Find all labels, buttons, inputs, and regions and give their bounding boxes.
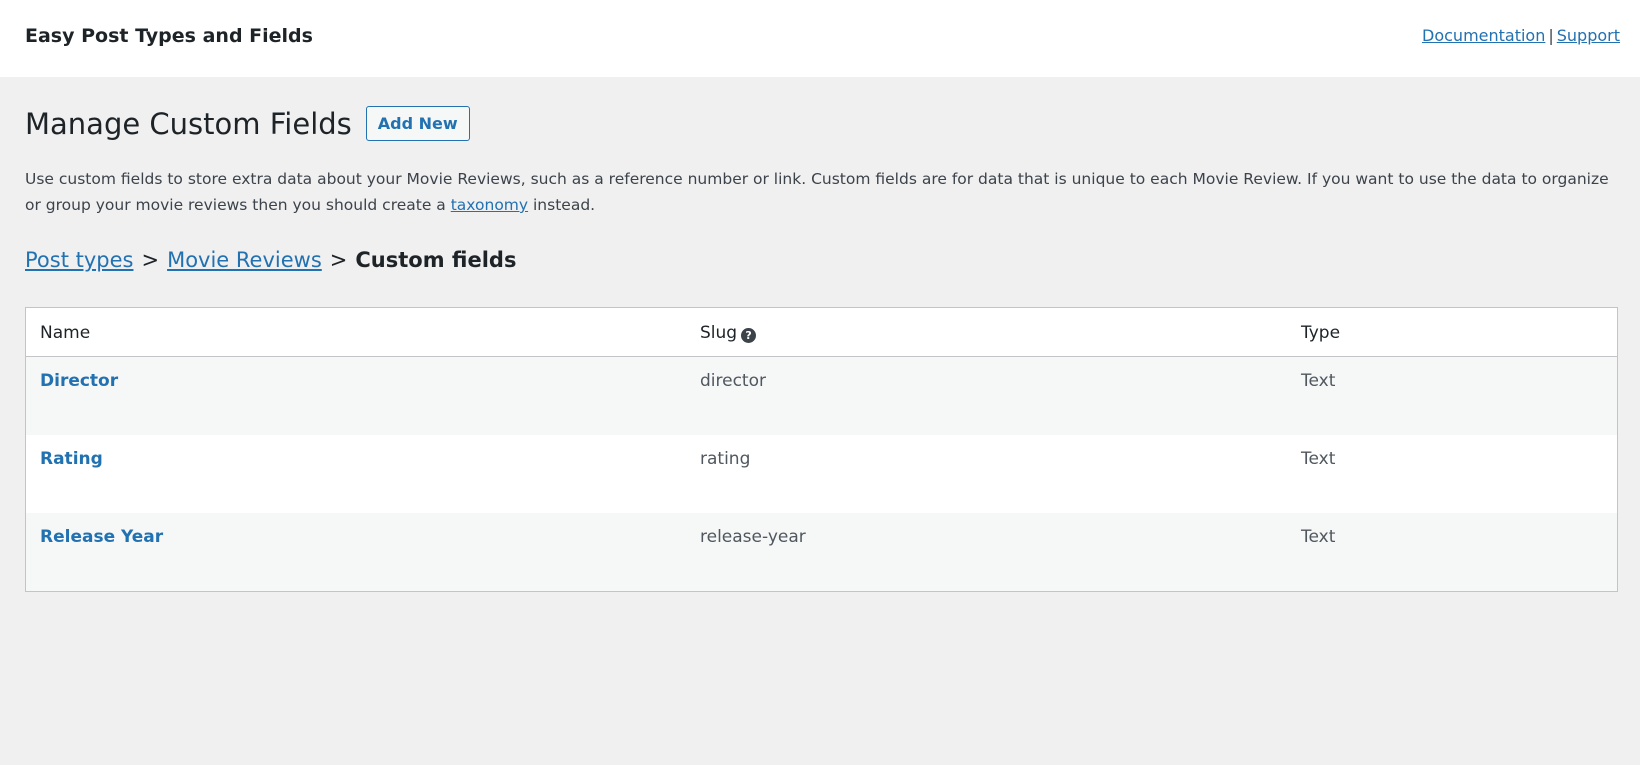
field-type: Text [1301,527,1336,547]
column-header-slug: Slug? [700,323,757,343]
page-title: Manage Custom Fields [25,106,352,141]
field-name-link[interactable]: Rating [40,449,103,469]
support-link[interactable]: Support [1557,26,1620,45]
table-header: Name Slug? Type [26,308,1617,357]
breadcrumb-movie-reviews-link[interactable]: Movie Reviews [167,248,322,272]
column-header-type: Type [1301,323,1341,343]
breadcrumb-current: Custom fields [355,248,517,272]
breadcrumb: Post types > Movie Reviews > Custom fields [25,248,516,272]
breadcrumb-separator: > [141,248,160,272]
taxonomy-link[interactable]: taxonomy [451,196,528,214]
description-text-end: instead. [528,196,596,214]
top-bar: Easy Post Types and Fields Documentation… [0,0,1640,77]
column-header-name: Name [40,323,91,343]
custom-fields-table: Name Slug? Type Director director Text R… [25,307,1618,592]
field-slug: rating [700,449,751,469]
page-description: Use custom fields to store extra data ab… [25,166,1625,218]
documentation-link[interactable]: Documentation [1422,26,1545,45]
field-type: Text [1301,449,1336,469]
add-new-button[interactable]: Add New [365,106,470,141]
field-type: Text [1301,371,1336,391]
breadcrumb-post-types-link[interactable]: Post types [25,248,133,272]
field-slug: release-year [700,527,806,547]
table-row: Director director Text [26,357,1617,435]
field-slug: director [700,371,766,391]
app-title: Easy Post Types and Fields [25,25,313,47]
breadcrumb-separator: > [329,248,348,272]
table-row: Release Year release-year Text [26,513,1617,591]
field-name-link[interactable]: Release Year [40,527,163,547]
description-text: Use custom fields to store extra data ab… [25,170,1609,214]
field-name-link[interactable]: Director [40,371,118,391]
table-row: Rating rating Text [26,435,1617,513]
help-circle-icon[interactable]: ? [741,328,757,343]
column-header-slug-label: Slug [700,323,738,343]
link-separator: | [1548,26,1554,45]
page-heading-row: Manage Custom Fields Add New [25,106,470,141]
header-links: Documentation | Support [1422,26,1620,45]
